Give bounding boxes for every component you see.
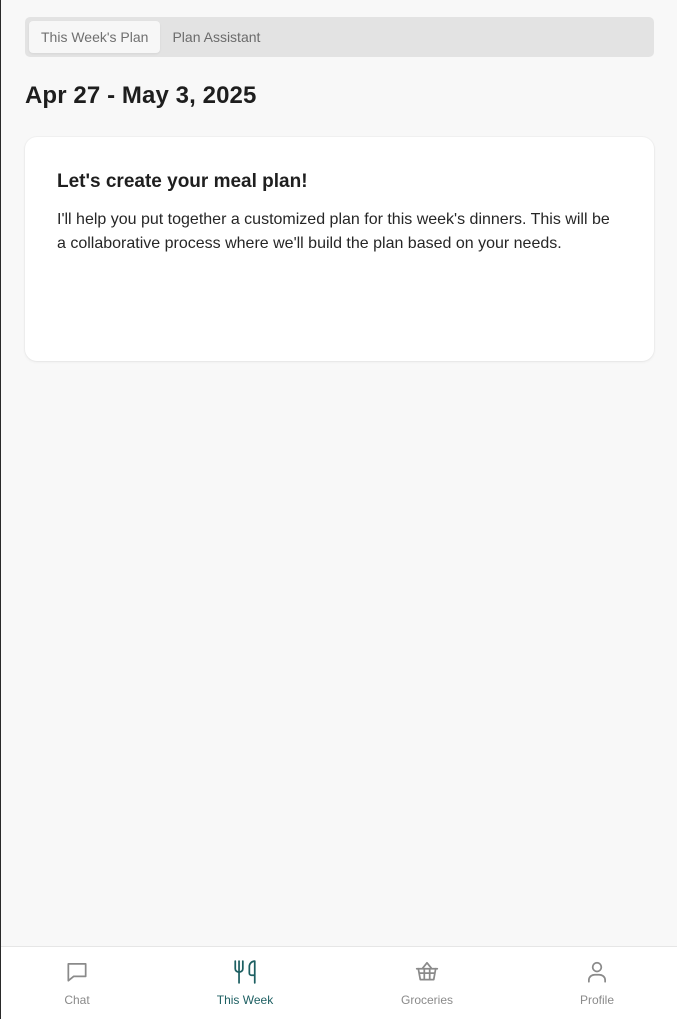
- tab-plan-assistant[interactable]: Plan Assistant: [160, 21, 272, 53]
- nav-label-profile: Profile: [579, 993, 614, 1007]
- tab-this-weeks-plan[interactable]: This Week's Plan: [29, 21, 161, 53]
- user-icon: [588, 961, 606, 983]
- nav-label-chat: Chat: [64, 993, 90, 1007]
- card-body-text: I'll help you put together a customized …: [57, 211, 610, 252]
- nav-item-chat[interactable]: Chat: [22, 959, 132, 1007]
- view-tabs: This Week's Plan Plan Assistant: [25, 17, 654, 57]
- utensils-icon: [234, 960, 256, 984]
- nav-item-this-week[interactable]: This Week: [190, 959, 300, 1007]
- shopping-basket-icon: [415, 961, 439, 981]
- chat-bubble-icon: [67, 963, 87, 982]
- card-heading: Let's create your meal plan!: [57, 171, 308, 192]
- meal-plan-intro-card: Let's create your meal plan! I'll help y…: [25, 137, 654, 361]
- nav-label-groceries: Groceries: [400, 993, 453, 1007]
- window-left-edge: [0, 0, 1, 1019]
- nav-item-profile[interactable]: Profile: [542, 959, 652, 1007]
- week-range-title: Apr 27 - May 3, 2025: [25, 82, 257, 109]
- bottom-navigation: Chat This Week Groceries Profile: [1, 946, 677, 1019]
- nav-label-this-week: This Week: [216, 993, 274, 1007]
- nav-item-groceries[interactable]: Groceries: [372, 959, 482, 1007]
